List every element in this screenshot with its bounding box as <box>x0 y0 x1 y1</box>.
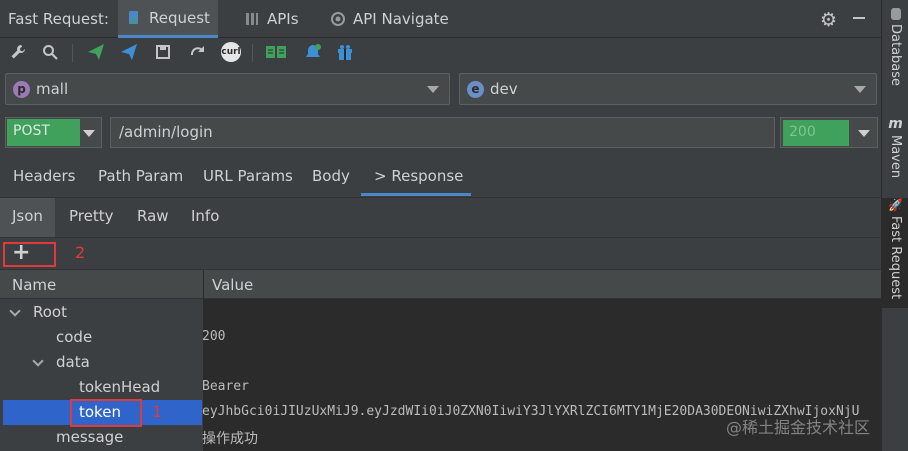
annotation-number-2: 2 <box>75 243 86 262</box>
send-debug-icon[interactable] <box>119 42 139 62</box>
toolbar-divider <box>252 44 253 62</box>
tab-info[interactable]: Info <box>179 198 231 238</box>
method-select[interactable]: POST <box>5 117 102 148</box>
request-tabs: Headers Path Param URL Params Body > Res… <box>0 155 881 197</box>
chevron-down-icon <box>854 86 866 93</box>
tree-row[interactable]: code 200 <box>0 325 881 350</box>
project-badge-icon: p <box>13 81 30 98</box>
project-value: mall <box>36 80 69 98</box>
tab-apis[interactable]: APIs <box>236 0 307 38</box>
tab-request-label: Request <box>149 8 210 27</box>
watermark: @稀土掘金技术社区 <box>726 418 871 437</box>
status-value: 200 <box>783 120 849 146</box>
chevron-down-icon <box>427 86 439 93</box>
tree-node-name: tokenHead <box>79 378 161 396</box>
gear-icon[interactable]: ⚙ <box>820 9 837 31</box>
response-toolbar <box>0 237 881 269</box>
tab-path-param[interactable]: Path Param <box>98 167 183 185</box>
side-tab-maven[interactable]: m Maven <box>882 116 908 184</box>
tab-api-navigate[interactable]: API Navigate <box>322 0 457 38</box>
toolbar-divider <box>72 44 73 62</box>
environment-badge-icon: e <box>467 81 484 98</box>
tree-node-name: Root <box>33 303 67 321</box>
chevron-down-icon <box>858 130 870 137</box>
curl-icon-label: curl <box>221 42 241 62</box>
column-header-name[interactable]: Name <box>12 276 56 294</box>
status-select[interactable]: 200 <box>780 117 878 148</box>
annotation-box-1 <box>70 399 142 427</box>
tab-body[interactable]: Body <box>312 167 350 185</box>
redo-icon[interactable] <box>188 42 208 62</box>
environment-value: dev <box>490 80 518 98</box>
side-tab-label: Maven <box>888 135 903 179</box>
url-input[interactable]: /admin/login <box>110 117 775 148</box>
bell-icon[interactable] <box>303 42 323 62</box>
column-header-value[interactable]: Value <box>212 276 253 294</box>
response-tabs: Json Pretty Raw Info <box>0 197 881 238</box>
chevron-down-icon <box>83 130 95 137</box>
tab-request[interactable]: Request <box>118 0 218 38</box>
column-divider[interactable] <box>203 270 204 300</box>
tab-headers[interactable]: Headers <box>13 167 75 185</box>
project-select[interactable]: p mall <box>5 73 450 105</box>
tab-json[interactable]: Json <box>0 198 55 238</box>
tab-url-params[interactable]: URL Params <box>203 167 293 185</box>
curl-icon[interactable]: curl <box>221 42 241 62</box>
tab-apis-label: APIs <box>267 10 299 28</box>
tab-raw[interactable]: Raw <box>125 198 181 238</box>
tree-node-value: 200 <box>202 329 226 344</box>
side-tool-strip: Database m Maven 🚀 Fast Request <box>881 0 908 451</box>
wrench-icon[interactable] <box>8 42 28 62</box>
tab-pretty[interactable]: Pretty <box>57 198 126 238</box>
tab-api-navigate-label: API Navigate <box>353 10 449 28</box>
tree-row[interactable]: data <box>0 350 881 375</box>
tree-node-name: message <box>56 428 124 446</box>
title-bar: Fast Request: Request APIs API Navigate … <box>0 0 881 38</box>
database-icon <box>890 8 901 20</box>
request-icon <box>129 10 138 24</box>
annotation-number-1: 1 <box>152 402 163 421</box>
app-title: Fast Request: <box>8 10 109 28</box>
environment-select[interactable]: e dev <box>459 73 877 105</box>
maven-icon: m <box>888 116 903 132</box>
toolbar: curl <box>0 38 881 67</box>
side-tab-fast-request[interactable]: 🚀 Fast Request <box>882 198 908 308</box>
search-icon[interactable] <box>40 42 60 62</box>
tree-node-value: Bearer <box>202 379 249 394</box>
apis-icon <box>246 13 258 25</box>
minimize-icon[interactable] <box>853 17 865 19</box>
side-tab-label: Database <box>888 24 903 87</box>
chevron-down-icon[interactable] <box>32 355 44 367</box>
method-value: POST <box>7 119 80 146</box>
rocket-icon: 🚀 <box>888 198 903 212</box>
plus-icon[interactable]: + <box>12 240 30 265</box>
active-tab-indicator <box>361 193 471 196</box>
navigate-icon <box>331 12 345 26</box>
tree-node-value: 操作成功 <box>202 431 258 447</box>
side-tab-database[interactable]: Database <box>882 8 908 98</box>
tree-row[interactable]: Root <box>0 300 881 325</box>
tree-node-name: data <box>56 353 90 371</box>
book-icon[interactable] <box>265 42 287 62</box>
side-tab-label: Fast Request <box>888 216 903 300</box>
send-icon[interactable] <box>86 42 106 62</box>
table-header: Name Value <box>0 269 881 300</box>
tree-node-name: code <box>56 328 93 346</box>
chevron-down-icon[interactable] <box>9 305 21 317</box>
tree-row[interactable]: tokenHead Bearer <box>0 375 881 400</box>
gift-icon[interactable] <box>335 42 355 62</box>
save-icon[interactable] <box>153 42 173 62</box>
tab-response[interactable]: > Response <box>374 167 463 185</box>
